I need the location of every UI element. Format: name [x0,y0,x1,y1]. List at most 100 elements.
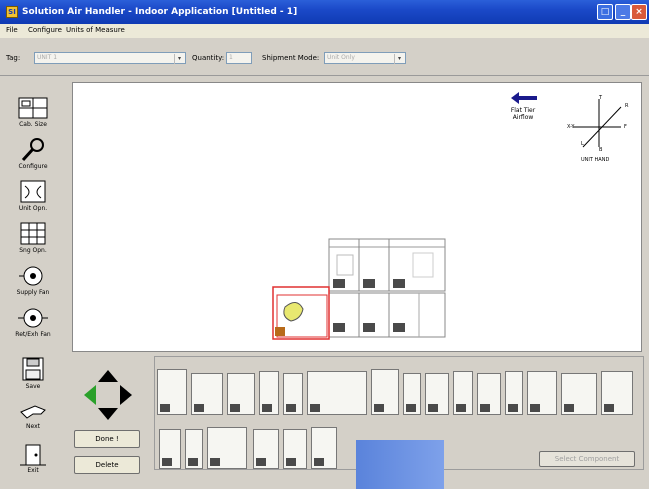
arrow-right-icon[interactable] [120,385,132,405]
airflow-arrow-icon [511,92,537,104]
component-item[interactable] [311,427,337,469]
done-button[interactable]: Done ! [74,430,140,448]
configure-wrench-icon [21,138,44,162]
component-item[interactable] [185,429,203,469]
airflow-label: Flat Tier Airflow [501,107,545,121]
close-button[interactable]: × [631,4,647,20]
airflow-label-line2: Airflow [512,114,534,121]
tool-save[interactable]: Save [4,352,62,398]
air-handler-unit-drawing [272,238,446,340]
airflow-label-line1: Flat Tier [510,107,536,114]
unit-tier-bottom [328,292,446,338]
component-item[interactable] [191,373,223,415]
axis-label-left: X-Y [567,124,575,130]
axis-label-top: T [599,95,603,101]
app-icon: SI [6,6,18,18]
component-item[interactable] [601,371,633,415]
navigation-pad [84,370,132,420]
access-door-block [333,323,345,332]
shipment-mode-label: Shipment Mode: [262,54,320,62]
access-door-block [393,323,405,332]
shipment-mode-value: Unit Only [327,54,355,61]
left-toolbar: Cab. Size Configure Unit Opn. Sng Opn. S… [0,76,64,489]
quantity-value: 1 [229,54,233,61]
tool-label: Save [25,383,41,390]
arrow-up-icon[interactable] [98,370,118,382]
return-exhaust-fan-icon [18,308,48,328]
tool-next[interactable]: Next [4,396,62,442]
component-item[interactable] [283,429,307,469]
menu-bar: File Configure Units of Measure [0,24,649,38]
axis-label-bottom: B [599,147,603,153]
fan-icon [283,302,304,322]
component-item[interactable] [403,373,421,415]
access-door-block [275,327,285,336]
app-window: SI Solution Air Handler - Indoor Applica… [0,0,649,489]
tag-combobox[interactable]: UNIT 1 ▾ [34,52,186,64]
component-item[interactable] [283,373,303,415]
access-door-block [363,323,375,332]
chevron-down-icon[interactable]: ▾ [174,54,184,64]
tool-configure[interactable]: Configure [4,132,62,178]
component-item[interactable] [259,371,279,415]
select-component-button[interactable]: Select Component [539,451,635,467]
unit-layout-canvas[interactable]: Flat Tier Airflow T R X-Y F L B UNIT HAN… [72,82,642,352]
component-item[interactable] [561,373,597,415]
cabinet-size-icon [18,97,48,119]
unit-opening-icon [20,180,46,203]
component-item[interactable] [505,371,523,415]
tool-supply-fan[interactable]: Supply Fan [4,258,62,304]
component-item[interactable] [157,369,187,415]
menu-configure[interactable]: Configure [28,26,62,34]
menu-units-of-measure[interactable]: Units of Measure [66,26,125,34]
tool-label: Supply Fan [16,289,50,296]
tag-value: UNIT 1 [37,54,58,61]
axis-caption: UNIT HAND [581,157,610,163]
shipment-mode-combobox[interactable]: Unit Only ▾ [324,52,406,64]
restore-button[interactable]: □ [597,4,613,20]
next-hand-icon [20,405,46,419]
axis-label-l: L [581,141,584,147]
save-disk-icon [22,357,44,381]
tool-label: Cab. Size [19,121,47,128]
exit-door-icon [20,444,46,466]
component-item[interactable] [253,429,279,469]
tool-label: Exit [27,467,39,474]
axis-label-r: R [625,103,629,109]
arrow-down-icon[interactable] [98,408,118,420]
tool-single-opening[interactable]: Sng Opn. [4,216,62,262]
tool-label: Sng Opn. [19,247,47,254]
component-item[interactable] [453,371,473,415]
delete-button[interactable]: Delete [74,456,140,474]
component-item[interactable] [527,371,557,415]
supply-fan-icon [19,266,43,286]
single-opening-icon [20,222,46,245]
access-door-block [333,279,345,288]
chevron-down-icon[interactable]: ▾ [394,54,404,64]
access-door-block [393,279,405,288]
component-item[interactable] [207,427,247,469]
component-item[interactable] [477,373,501,415]
tool-label: Configure [18,163,48,170]
tool-label: Unit Opn. [18,205,48,212]
quantity-field[interactable]: 1 [226,52,252,64]
minimize-button[interactable]: _ [615,4,631,20]
component-item[interactable] [425,373,449,415]
title-bar: SI Solution Air Handler - Indoor Applica… [0,0,649,24]
component-item[interactable] [307,371,367,415]
top-toolbar: Tag: UNIT 1 ▾ Quantity: 1 Shipment Mode:… [0,40,649,76]
tool-unit-opening[interactable]: Unit Opn. [4,174,62,220]
component-item[interactable] [371,369,399,415]
tool-exit[interactable]: Exit [4,438,62,484]
access-door-block [363,279,375,288]
component-item[interactable] [227,373,255,415]
axis-label-right: F [624,124,627,130]
tool-return-exhaust-fan[interactable]: Ret/Exh Fan [4,300,62,346]
menu-file[interactable]: File [6,26,18,34]
component-item[interactable] [159,429,181,469]
tool-label: Next [26,423,40,430]
quantity-label: Quantity: [192,54,225,62]
overlay-block [356,440,444,489]
arrow-left-icon[interactable] [84,385,96,405]
tool-cabinet-size[interactable]: Cab. Size [4,90,62,136]
